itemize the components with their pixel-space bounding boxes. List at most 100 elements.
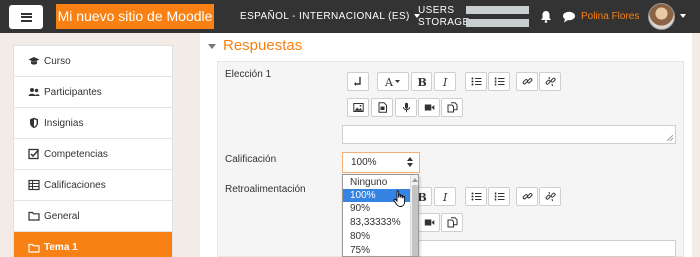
nav-item-participantes[interactable]: Participantes — [14, 77, 172, 108]
language-menu[interactable]: ESPAÑOL - INTERNACIONAL (ES) — [240, 11, 420, 22]
bold-icon: B — [418, 76, 427, 87]
nav-item-label: Participantes — [44, 86, 102, 98]
scrollbar-thumb[interactable] — [412, 185, 418, 256]
hand-cursor-icon — [393, 190, 406, 207]
menu-icon — [20, 12, 32, 22]
folder-icon — [28, 211, 40, 221]
nav-item-label: Calificaciones — [44, 179, 106, 191]
usage-bar-users — [466, 6, 529, 14]
grade-select[interactable]: 100% — [342, 152, 420, 173]
nav-item-calificaciones[interactable]: Calificaciones — [14, 170, 172, 201]
usage-bar-storage — [466, 19, 529, 27]
nav-item-label: Curso — [44, 55, 71, 67]
svg-text:B: B — [418, 76, 427, 87]
bell-icon[interactable] — [540, 10, 552, 23]
checkbox-icon — [28, 148, 40, 160]
folder-icon — [28, 243, 40, 253]
nav-item-label: Insignias — [44, 117, 84, 129]
grade-option[interactable]: Ninguno — [343, 176, 411, 189]
image-icon — [352, 103, 364, 112]
grade-select-value: 100% — [351, 157, 377, 168]
video-camera-icon — [424, 219, 434, 226]
avatar[interactable] — [648, 3, 675, 30]
toolbar-toggle-button[interactable] — [347, 72, 369, 91]
shield-icon — [30, 117, 38, 129]
link-button[interactable] — [516, 187, 538, 206]
graduation-cap-icon — [28, 57, 40, 65]
grade-options-list[interactable]: Ninguno 100% 90% 83,33333% 80% 75% — [342, 174, 419, 257]
site-name-link[interactable]: Mi nuevo sitio de Moodle — [56, 4, 214, 29]
nav-item-tema-1[interactable]: Tema 1 — [14, 232, 172, 257]
select-arrows-icon — [407, 157, 413, 167]
chat-icon[interactable] — [562, 11, 576, 23]
unordered-list-icon — [471, 77, 481, 86]
toolbar-toggle-icon — [353, 77, 361, 86]
grade-option[interactable]: 75% — [343, 244, 411, 256]
grade-option[interactable]: 80% — [343, 230, 411, 243]
italic-button[interactable]: I — [434, 187, 456, 206]
ordered-list-icon — [494, 192, 504, 201]
usage-label-users: USERS — [418, 5, 455, 16]
language-label: ESPAÑOL - INTERNACIONAL (ES) — [240, 11, 410, 22]
ordered-list-button[interactable] — [488, 72, 510, 91]
italic-icon: I — [442, 76, 448, 87]
user-name[interactable]: Polina Flores — [581, 11, 639, 22]
top-navbar: Mi nuevo sitio de Moodle ESPAÑOL - INTER… — [0, 0, 700, 33]
image-button[interactable] — [347, 98, 369, 117]
grade-label: Calificación — [225, 154, 277, 165]
italic-button[interactable]: I — [434, 72, 456, 91]
video-camera-icon — [424, 104, 434, 111]
page-scrollbar[interactable] — [692, 33, 698, 257]
usage-label-storage: STORAGE — [418, 17, 470, 28]
document-icon — [378, 102, 387, 113]
nav-item-insignias[interactable]: Insignias — [14, 108, 172, 139]
nav-item-label: General — [44, 210, 80, 222]
link-icon — [522, 193, 532, 200]
ordered-list-icon — [494, 77, 504, 86]
bold-button[interactable]: B — [411, 72, 432, 91]
options-scrollbar[interactable] — [410, 175, 418, 256]
font-style-dropdown[interactable]: A — [377, 72, 409, 91]
manage-files-button[interactable] — [441, 98, 463, 117]
unordered-list-button[interactable] — [465, 187, 487, 206]
svg-text:I: I — [442, 191, 448, 202]
manage-files-button[interactable] — [441, 213, 463, 232]
unlink-icon — [545, 191, 556, 202]
unordered-list-icon — [471, 192, 481, 201]
choice-label: Elección 1 — [225, 69, 272, 80]
record-video-button[interactable] — [418, 213, 440, 232]
ordered-list-button[interactable] — [488, 187, 510, 206]
italic-icon: I — [442, 191, 448, 202]
svg-text:A: A — [385, 76, 394, 87]
choice-editor-textarea[interactable] — [342, 125, 676, 144]
scroll-up-icon[interactable] — [412, 178, 418, 182]
unlink-button[interactable] — [539, 187, 561, 206]
link-icon — [522, 78, 532, 85]
menu-toggle-button[interactable] — [9, 5, 43, 29]
usage-bar-users-fill — [466, 6, 529, 14]
unordered-list-button[interactable] — [465, 72, 487, 91]
collapse-caret-icon — [208, 43, 216, 49]
nav-item-curso[interactable]: Curso — [14, 46, 172, 77]
microphone-icon — [402, 102, 410, 113]
table-icon — [28, 179, 40, 191]
files-icon — [447, 217, 457, 228]
users-icon — [28, 88, 40, 96]
svg-text:I: I — [442, 76, 448, 87]
section-title: Respuestas — [223, 37, 303, 54]
record-video-button[interactable] — [418, 98, 440, 117]
nav-item-competencias[interactable]: Competencias — [14, 139, 172, 170]
nav-item-general[interactable]: General — [14, 201, 172, 232]
link-button[interactable] — [516, 72, 538, 91]
files-icon — [447, 102, 457, 113]
record-audio-button[interactable] — [395, 98, 417, 117]
unlink-button[interactable] — [539, 72, 561, 91]
media-button[interactable] — [371, 98, 393, 117]
unlink-icon — [545, 76, 556, 87]
usage-bar-storage-fill — [466, 19, 529, 27]
font-style-icon: A — [385, 76, 400, 87]
grade-option[interactable]: 83,33333% — [343, 216, 411, 229]
resize-grip-icon[interactable] — [667, 135, 673, 141]
section-header-respuestas[interactable]: Respuestas — [208, 37, 302, 54]
chevron-down-icon[interactable] — [680, 14, 686, 18]
